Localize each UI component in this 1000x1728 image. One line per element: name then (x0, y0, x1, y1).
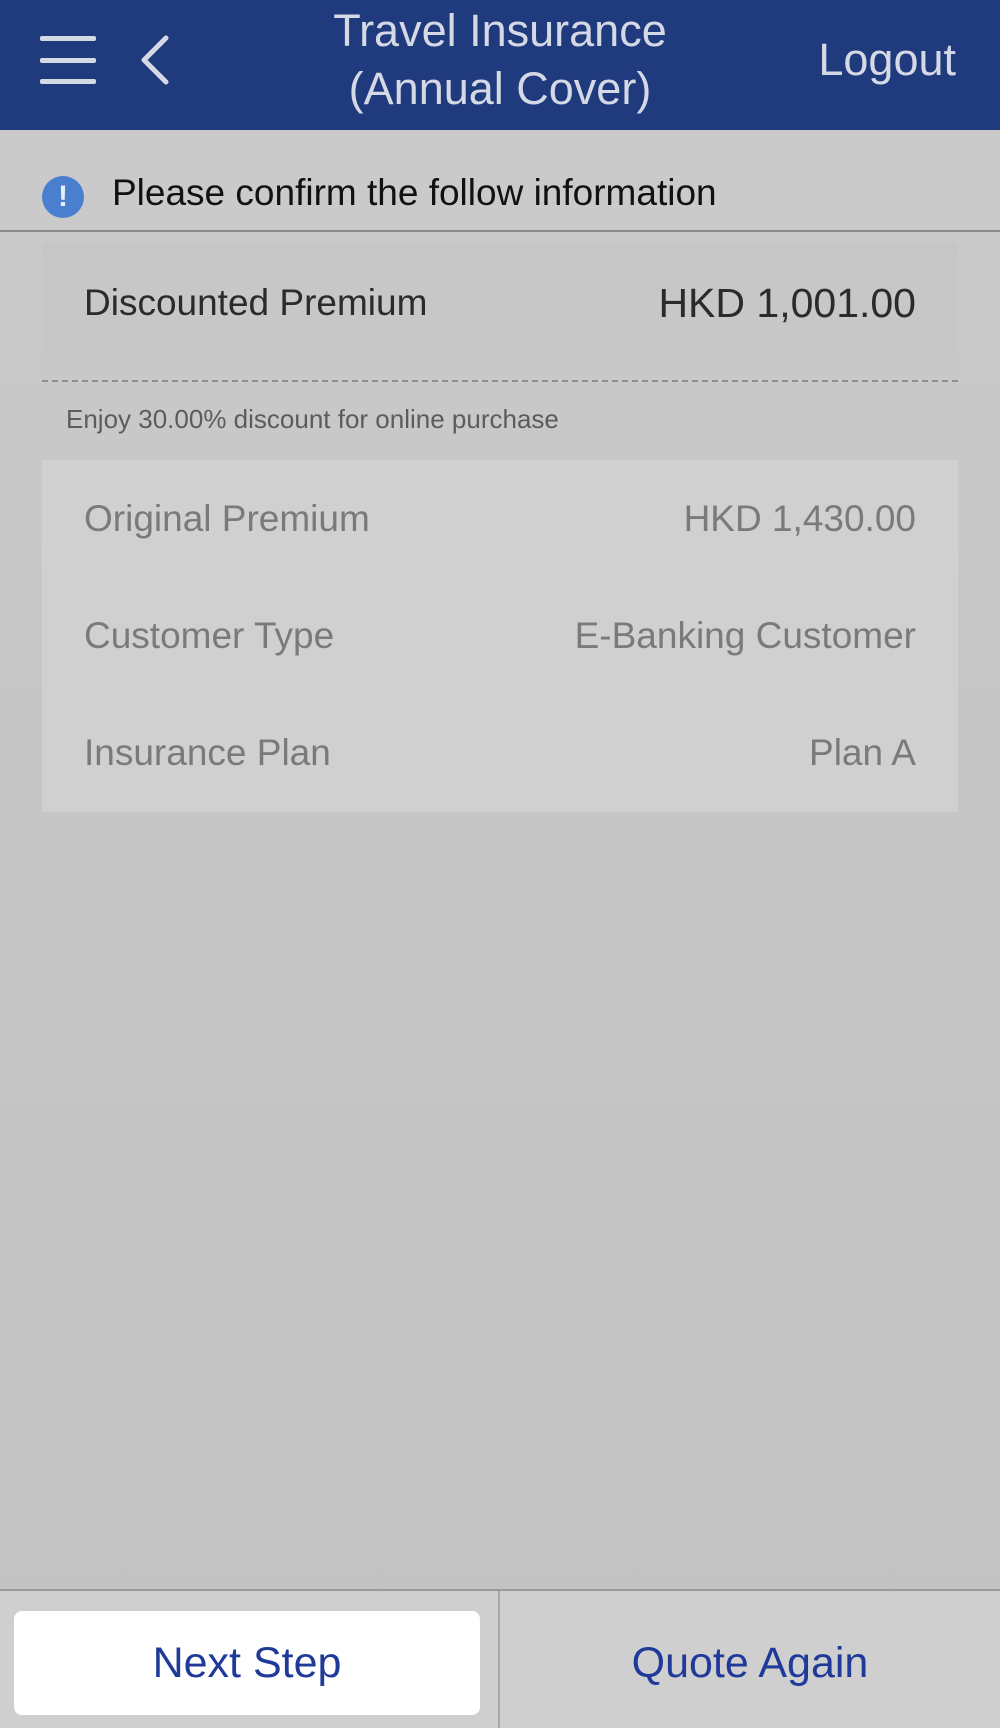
back-chevron-icon[interactable] (128, 30, 188, 90)
page-title-line-1: Travel Insurance (333, 5, 667, 56)
page-title: Travel Insurance (Annual Cover) (250, 2, 750, 128)
logout-button[interactable]: Logout (818, 30, 956, 90)
menu-bar (40, 36, 96, 41)
next-step-button[interactable]: Next Step (14, 1611, 480, 1715)
discounted-premium-row: Discounted Premium HKD 1,001.00 (42, 242, 958, 370)
discounted-premium-value: HKD 1,001.00 (658, 280, 916, 326)
detail-row-original-premium: Original Premium HKD 1,430.00 (42, 460, 958, 577)
detail-row-insurance-plan: Insurance Plan Plan A (42, 694, 958, 811)
detail-value: HKD 1,430.00 (683, 498, 916, 539)
details-panel: Original Premium HKD 1,430.00 Customer T… (42, 460, 958, 812)
menu-bar (40, 79, 96, 84)
bottom-action-bar: Next Step Quote Again (0, 1589, 1000, 1728)
hamburger-menu-icon[interactable] (36, 30, 100, 90)
app-header: Travel Insurance (Annual Cover) Logout (0, 0, 1000, 130)
notice-text: Please confirm the follow information (112, 172, 717, 213)
discount-note: Enjoy 30.00% discount for online purchas… (66, 404, 559, 434)
screen: Travel Insurance (Annual Cover) Logout !… (0, 0, 1000, 1728)
detail-label: Original Premium (84, 498, 370, 539)
detail-row-customer-type: Customer Type E-Banking Customer (42, 577, 958, 694)
detail-value: E-Banking Customer (574, 615, 916, 656)
confirm-notice: ! Please confirm the follow information (0, 130, 1000, 232)
discounted-premium-label: Discounted Premium (84, 282, 428, 323)
detail-label: Customer Type (84, 615, 335, 656)
detail-label: Insurance Plan (84, 732, 331, 773)
page-title-line-2: (Annual Cover) (348, 63, 652, 114)
detail-value: Plan A (809, 732, 916, 773)
info-icon: ! (42, 176, 84, 218)
dashed-divider (42, 380, 958, 382)
menu-bar (40, 57, 96, 63)
chevron-left-icon (141, 35, 169, 85)
quote-again-button[interactable]: Quote Again (500, 1611, 1000, 1715)
